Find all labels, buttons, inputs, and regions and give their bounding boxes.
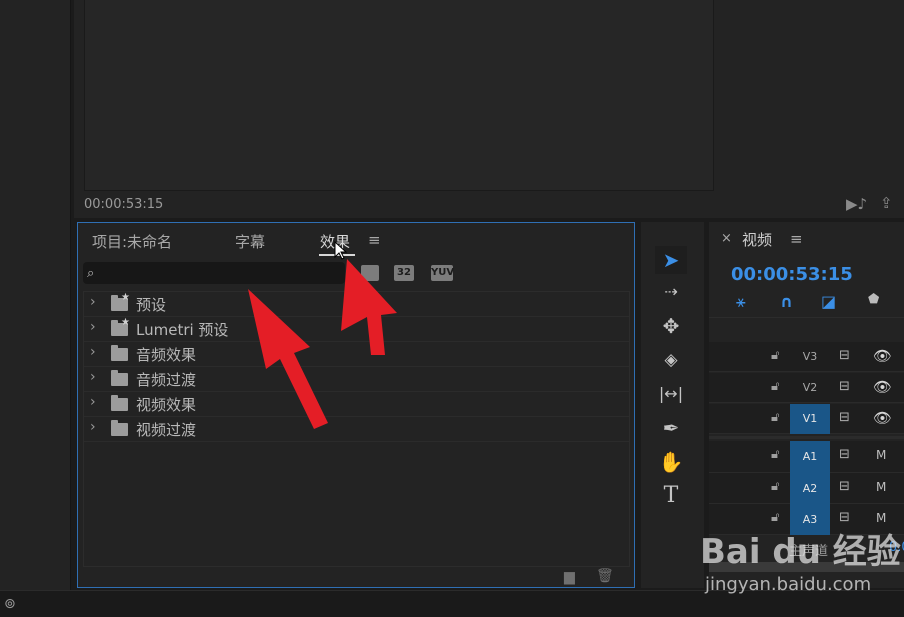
star-icon: ★ xyxy=(121,317,130,328)
new-bin-icon[interactable]: ▆ xyxy=(564,569,575,585)
chevron-right-icon[interactable]: › xyxy=(90,394,96,410)
track-a2[interactable]: 🔓︎ A2 ⊟ M xyxy=(709,473,904,504)
track-name[interactable]: A2 xyxy=(790,473,830,504)
delete-icon[interactable]: 🗑 xyxy=(596,568,614,584)
lock-icon[interactable]: 🔓︎ xyxy=(771,479,779,494)
track-v1[interactable]: 🔓︎ V1 ⊟ 👁︎ xyxy=(709,404,904,434)
creative-cloud-icon[interactable]: ⊚ xyxy=(4,596,16,612)
tree-item-video-effects[interactable]: › 视频效果 xyxy=(84,392,629,417)
annotation-arrow-icon xyxy=(341,259,397,355)
program-monitor-viewer[interactable] xyxy=(84,0,714,191)
yuv-effects-icon[interactable]: YUV xyxy=(431,265,454,281)
effects-search-input[interactable] xyxy=(83,262,345,284)
lock-icon[interactable]: 🔓︎ xyxy=(771,379,779,394)
lock-icon[interactable]: 🔓︎ xyxy=(771,348,779,363)
snap-magnet-icon[interactable]: ∩ xyxy=(780,292,793,311)
nest-sequence-icon[interactable]: ⚹ xyxy=(736,292,746,312)
linked-selection-icon[interactable]: ◪ xyxy=(821,292,836,311)
sync-lock-icon[interactable]: ⊟ xyxy=(839,379,850,394)
watermark-url: jingyan.baidu.com xyxy=(705,574,872,595)
baidu-logo-watermark: Bai du 经验 xyxy=(700,532,901,572)
ruler-divider xyxy=(709,317,904,318)
track-a1[interactable]: 🔓︎ A1 ⊟ M xyxy=(709,441,904,473)
track-v2[interactable]: 🔓︎ V2 ⊟ 👁︎ xyxy=(709,373,904,403)
eye-icon[interactable]: 👁︎ xyxy=(873,378,892,396)
mouse-cursor-icon xyxy=(334,241,348,260)
tools-panel: ➤ ⇢ ✥ ◈ |↔| ✒ ✋ T xyxy=(641,222,704,588)
sync-lock-icon[interactable]: ⊟ xyxy=(839,348,850,363)
folder-icon xyxy=(111,345,128,361)
track-name[interactable]: V1 xyxy=(790,404,830,434)
track-name[interactable]: V2 xyxy=(790,373,830,403)
timeline-playhead-timecode[interactable]: 00:00:53:15 xyxy=(731,264,853,285)
tree-item-video-transitions[interactable]: › 视频过渡 xyxy=(84,417,629,442)
pen-tool-icon[interactable]: ✒ xyxy=(655,414,687,442)
left-panel-strip xyxy=(0,0,71,590)
tree-item-label: 预设 xyxy=(136,296,167,314)
tree-item-audio-transitions[interactable]: › 音频过渡 xyxy=(84,367,629,392)
panel-menu-icon[interactable]: ≡ xyxy=(368,231,381,249)
sync-lock-icon[interactable]: ⊟ xyxy=(839,410,850,425)
insert-overwrite-icon[interactable]: ⇪ xyxy=(880,194,893,212)
slip-tool-icon[interactable]: |↔| xyxy=(655,380,687,408)
lock-icon[interactable]: 🔓︎ xyxy=(771,410,779,425)
timeline-menu-icon[interactable]: ≡ xyxy=(790,230,803,248)
folder-icon xyxy=(111,395,128,411)
star-icon: ★ xyxy=(121,292,130,303)
chevron-right-icon[interactable]: › xyxy=(90,419,96,435)
folder-icon xyxy=(111,420,128,436)
mute-toggle[interactable]: M xyxy=(876,448,886,462)
tree-item-label: 视频效果 xyxy=(136,396,197,414)
mute-toggle[interactable]: M xyxy=(876,511,886,525)
export-frame-icon[interactable]: ▶♪ xyxy=(846,195,867,213)
annotation-arrow-icon xyxy=(248,289,328,429)
chevron-right-icon[interactable]: › xyxy=(90,319,96,335)
tab-captions[interactable]: 字幕 xyxy=(235,231,265,252)
track-name[interactable]: V3 xyxy=(790,342,830,372)
tree-item-label: Lumetri 预设 xyxy=(136,321,229,339)
selection-tool-icon[interactable]: ➤ xyxy=(655,246,687,274)
razor-tool-icon[interactable]: ◈ xyxy=(655,346,687,374)
tree-item-label: 音频效果 xyxy=(136,346,197,364)
eye-icon[interactable]: 👁︎ xyxy=(873,409,892,427)
close-tab-icon[interactable]: × xyxy=(721,231,732,246)
timeline-tab-title[interactable]: 视频 xyxy=(742,229,772,250)
sync-lock-icon[interactable]: ⊟ xyxy=(839,510,850,525)
tree-item-label: 视频过渡 xyxy=(136,421,197,439)
track-select-tool-icon[interactable]: ⇢ xyxy=(655,278,687,306)
type-tool-icon[interactable]: T xyxy=(655,482,687,510)
chevron-right-icon[interactable]: › xyxy=(90,344,96,360)
lock-icon[interactable]: 🔓︎ xyxy=(771,447,779,462)
monitor-timecode[interactable]: 00:00:53:15 xyxy=(84,197,163,212)
video-audio-divider[interactable] xyxy=(709,436,904,439)
lock-icon[interactable]: 🔓︎ xyxy=(771,510,779,525)
ripple-edit-tool-icon[interactable]: ✥ xyxy=(655,312,687,340)
tree-item-label: 音频过渡 xyxy=(136,371,197,389)
add-marker-icon[interactable]: ⬟ xyxy=(868,292,879,307)
chevron-right-icon[interactable]: › xyxy=(90,369,96,385)
mute-toggle[interactable]: M xyxy=(876,480,886,494)
hand-tool-icon[interactable]: ✋ xyxy=(655,448,687,476)
sync-lock-icon[interactable]: ⊟ xyxy=(839,479,850,494)
search-icon: ⌕ xyxy=(87,266,95,281)
chevron-right-icon[interactable]: › xyxy=(90,294,96,310)
folder-icon xyxy=(111,370,128,386)
sync-lock-icon[interactable]: ⊟ xyxy=(839,447,850,462)
track-v3[interactable]: 🔓︎ V3 ⊟ 👁︎ xyxy=(709,342,904,372)
eye-icon[interactable]: 👁︎ xyxy=(873,347,892,365)
tab-project[interactable]: 项目:未命名 xyxy=(92,231,172,252)
track-name[interactable]: A1 xyxy=(790,441,830,473)
